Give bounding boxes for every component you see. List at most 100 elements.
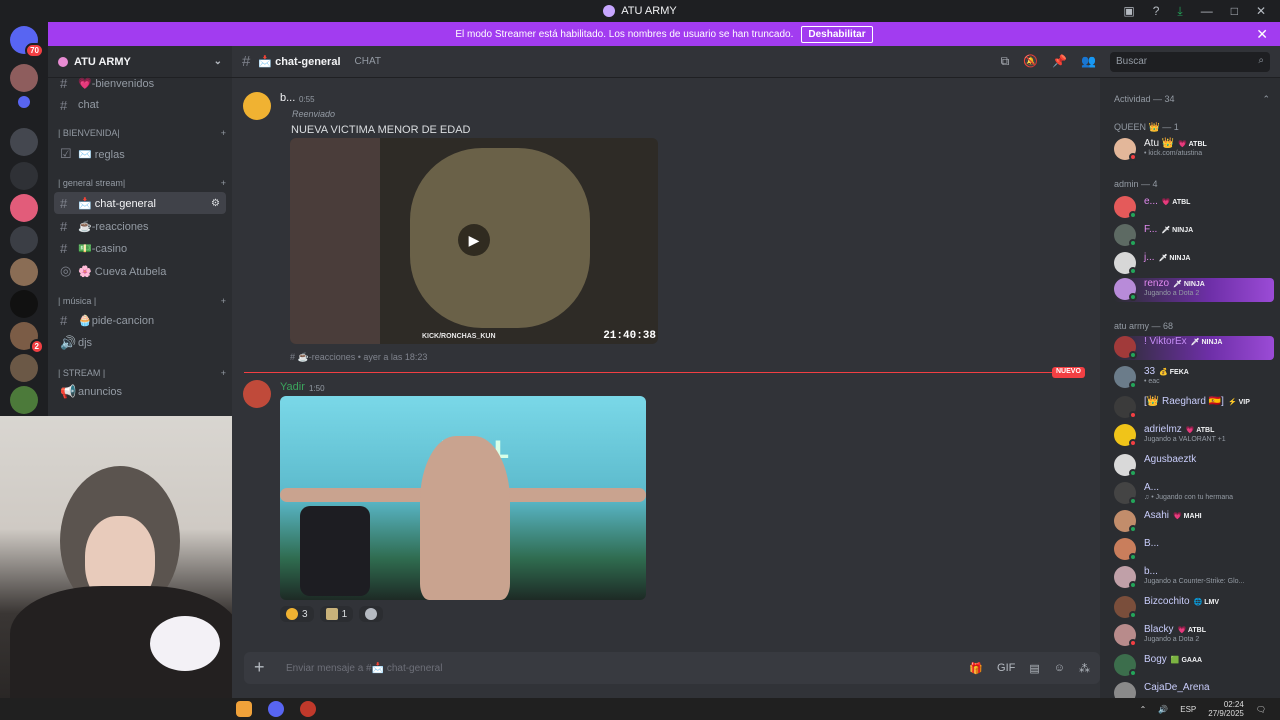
message-author[interactable]: b... [280,92,295,104]
apps-icon[interactable]: ⁂ [1079,662,1090,675]
members-icon[interactable]: 👥 [1081,54,1096,69]
close-window-icon[interactable]: ✕ [1256,4,1266,18]
member-item[interactable]: [👑 Raeghard 🇪🇸] ⚡ VIP [1114,396,1274,420]
image-attachment[interactable]: ERAL [280,396,646,600]
avatar[interactable] [243,380,271,408]
member-item[interactable]: B... [1114,538,1274,562]
member-item[interactable]: e... 💗 ATBL [1114,196,1274,220]
member-item[interactable]: F... 🗡 NINJA [1114,224,1274,248]
add-channel-icon[interactable]: + [221,128,226,138]
folder-icon[interactable] [18,96,30,108]
notifications-icon[interactable]: 🗨 [1256,705,1266,714]
disable-button[interactable]: Deshabilitar [801,25,873,43]
message-author[interactable]: Yadir [280,381,305,393]
video-embed[interactable]: ▶ KICK/RONCHAS_KUN 21:40:38 [290,138,658,344]
server-icon[interactable] [10,226,38,254]
maximize-icon[interactable]: □ [1231,4,1238,18]
reaction[interactable]: 3 [280,606,314,622]
close-icon[interactable]: ✕ [1256,26,1268,43]
member-item[interactable]: b... Jugando a Counter-Strike: Glo... [1114,566,1274,590]
volume-icon[interactable]: 🔊 [1158,705,1168,714]
add-channel-icon[interactable]: + [221,368,226,378]
app-icon[interactable] [236,701,252,717]
download-icon[interactable]: ⤓ [1177,4,1182,19]
chevron-up-icon[interactable]: ⌃ [1262,94,1270,105]
message-composer[interactable]: + Enviar mensaje a #📩 chat-general 🎁 GIF… [244,652,1100,684]
minimize-icon[interactable]: — [1201,4,1213,18]
sticker-icon[interactable]: ▤ [1029,662,1039,675]
member-item[interactable]: Bizcochito 🌐 LMV [1114,596,1274,620]
channel-item[interactable]: # 💗-bienvenidos [54,72,226,94]
status-dot [1129,497,1137,505]
member-item[interactable]: Atu 👑 💗 ATBL • kick.com/atustina [1114,138,1274,162]
member-item[interactable]: A... ♫ • Jugando con tu hermana [1114,482,1274,506]
inbox-icon[interactable]: ▣ [1123,4,1134,18]
emoji-icon [325,608,338,620]
clock-date: 27/9/2025 [1208,709,1244,718]
channel-item[interactable]: 📢 anuncios [54,381,226,403]
mute-icon[interactable]: 🔕 [1023,54,1038,69]
server-icon[interactable]: 2 [10,322,44,354]
emoji-icon[interactable]: ☺ [1054,662,1065,675]
member-item[interactable]: j... 🗡 NINJA [1114,252,1274,276]
category-header[interactable]: | música | + [58,296,226,306]
channel-label: anuncios [78,386,123,398]
add-channel-icon[interactable]: + [221,296,226,306]
gif-icon[interactable]: GIF [997,662,1015,675]
search-input[interactable]: Buscar ⌕ [1110,52,1270,72]
gift-icon[interactable]: 🎁 [969,662,983,675]
home-button[interactable]: 70 [10,26,44,58]
channel-item[interactable]: # 💵-casino [54,237,226,259]
member-item[interactable]: renzo 🗡 NINJA Jugando a Dota 2 [1114,278,1274,302]
member-item[interactable]: adrielmz 💗 ATBL Jugando a VALORANT +1 [1114,424,1274,448]
obs-app-icon[interactable] [300,701,316,717]
settings-icon[interactable]: ⚙ [211,198,226,209]
keyboard-lang[interactable]: ESP [1180,705,1196,714]
member-item[interactable]: Agusbaeztk [1114,454,1274,478]
category-header[interactable]: | general stream| + [58,178,226,188]
pin-icon[interactable]: 📌 [1052,54,1067,69]
upload-plus-icon[interactable]: + [254,658,272,677]
status-dot [1129,293,1137,301]
threads-icon[interactable]: ⧉ [1001,54,1010,69]
server-icon[interactable] [10,290,38,318]
chevron-down-icon[interactable]: ⌄ [214,56,222,67]
category-header[interactable]: | STREAM | + [58,368,226,378]
channel-item[interactable]: # 🧁pide-cancion [54,309,226,331]
server-icon[interactable] [10,194,38,222]
clock[interactable]: 02:24 27/9/2025 [1208,700,1244,718]
member-item[interactable]: Asahi 💗 MAHI [1114,510,1274,534]
forward-source[interactable]: # ☕-reacciones • ayer a las 18:23 [290,352,427,363]
channel-item-active[interactable]: # 📩 chat-general ⚙ [54,192,226,214]
server-icon[interactable] [10,258,38,286]
server-icon[interactable] [10,162,38,190]
member-name: b... [1144,566,1158,577]
discord-app-icon[interactable] [268,701,284,717]
help-icon[interactable]: ? [1153,4,1160,18]
member-item[interactable]: CajaDe_Arena [1114,682,1274,698]
category-header[interactable]: | BIENVENIDA| + [58,128,226,138]
member-item[interactable]: 33 💰 FEKA • eac [1114,366,1274,390]
channel-item[interactable]: ☑ ✉️ reglas [54,143,226,165]
role-title: atu army — 68 [1114,321,1174,331]
image-figure [420,436,510,600]
channel-item[interactable]: # chat [54,94,226,116]
play-icon[interactable]: ▶ [458,224,490,256]
server-icon[interactable] [10,128,38,156]
server-icon[interactable] [10,64,38,92]
chevron-up-icon[interactable]: ⌃ [1140,705,1147,714]
member-item[interactable]: ! ViktorEx 🗡 NINJA [1114,336,1274,360]
server-icon[interactable] [10,386,38,414]
message-time: 1:50 [309,384,325,393]
channel-label: ✉️ reglas [78,148,125,161]
channel-item[interactable]: # ☕-reacciones [54,215,226,237]
member-item[interactable]: Blacky 💗 ATBL Jugando a Dota 2 [1114,624,1274,648]
member-item[interactable]: Bogy 🟩 GAAA [1114,654,1274,678]
add-reaction-button[interactable] [359,606,384,622]
avatar[interactable] [243,92,271,120]
reaction[interactable]: 1 [319,606,354,622]
channel-item[interactable]: ◎ 🌸 Cueva Atubela [54,260,226,282]
server-icon[interactable] [10,354,38,382]
channel-item[interactable]: 🔊 djs [54,332,226,354]
add-channel-icon[interactable]: + [221,178,226,188]
